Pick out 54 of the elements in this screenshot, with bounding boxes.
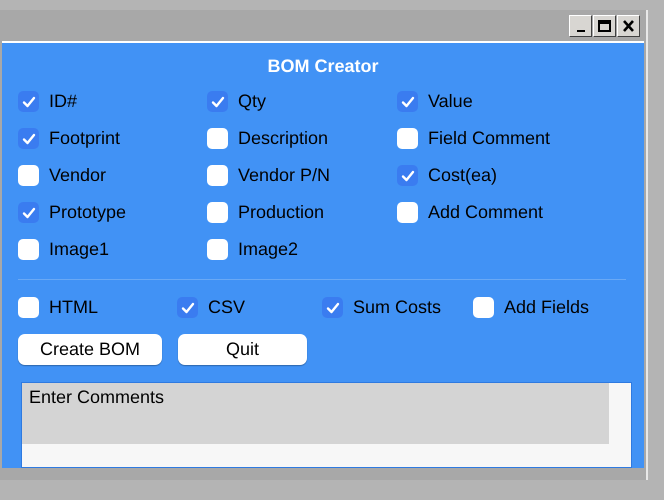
checkbox-label: Vendor P/N bbox=[238, 164, 330, 187]
comments-field[interactable]: Enter Comments bbox=[21, 382, 632, 468]
minimize-icon bbox=[576, 30, 584, 32]
checkbox[interactable] bbox=[397, 128, 418, 149]
checkbox-label: HTML bbox=[49, 296, 98, 319]
checkbox[interactable] bbox=[18, 239, 39, 260]
checkbox-label: CSV bbox=[208, 296, 246, 319]
checkbox-label: Image2 bbox=[238, 238, 298, 261]
checkbox-label: Add Fields bbox=[504, 296, 590, 319]
checkbox-label: Cost(ea) bbox=[428, 164, 498, 187]
checkbox-label: Description bbox=[238, 127, 328, 150]
checkbox-label: Production bbox=[238, 201, 324, 224]
close-button[interactable] bbox=[617, 14, 640, 36]
checkbox[interactable] bbox=[473, 297, 494, 318]
check-icon bbox=[400, 168, 414, 182]
checkbox-label: Footprint bbox=[49, 127, 120, 150]
checkbox[interactable] bbox=[322, 297, 343, 318]
checkbox[interactable] bbox=[18, 91, 39, 112]
checkbox-label: Prototype bbox=[49, 201, 126, 224]
checkbox[interactable] bbox=[207, 128, 228, 149]
checkbox[interactable] bbox=[177, 297, 198, 318]
quit-button[interactable]: Quit bbox=[178, 334, 307, 365]
checkbox[interactable] bbox=[18, 202, 39, 223]
checkbox[interactable] bbox=[397, 91, 418, 112]
window-title: BOM Creator bbox=[267, 55, 378, 77]
checkbox-label: Vendor bbox=[49, 164, 106, 187]
checkbox[interactable] bbox=[18, 297, 39, 318]
checkbox-label: Qty bbox=[238, 90, 266, 113]
check-icon bbox=[326, 300, 340, 314]
checkbox[interactable] bbox=[207, 202, 228, 223]
maximize-icon bbox=[598, 20, 611, 32]
check-icon bbox=[210, 94, 224, 108]
checkbox[interactable] bbox=[397, 202, 418, 223]
checkbox-label: Sum Costs bbox=[353, 296, 442, 319]
close-icon bbox=[623, 20, 634, 32]
minimize-button[interactable] bbox=[569, 14, 592, 36]
check-icon bbox=[400, 94, 414, 108]
create-button[interactable]: Create BOM bbox=[18, 334, 162, 365]
checkbox-label: Image1 bbox=[49, 238, 110, 261]
checkbox-label: ID# bbox=[49, 90, 78, 113]
checkbox[interactable] bbox=[207, 165, 228, 186]
checkbox[interactable] bbox=[207, 239, 228, 260]
checkbox-label: Add Comment bbox=[428, 201, 544, 224]
check-icon bbox=[22, 206, 36, 220]
check-icon bbox=[180, 300, 194, 314]
check-icon bbox=[22, 132, 36, 146]
checkbox-label: Field Comment bbox=[428, 127, 550, 150]
maximize-button[interactable] bbox=[593, 14, 616, 36]
checkbox-label: Value bbox=[428, 90, 473, 113]
checkbox[interactable] bbox=[18, 128, 39, 149]
checkbox[interactable] bbox=[18, 165, 39, 186]
checkbox[interactable] bbox=[397, 165, 418, 186]
check-icon bbox=[22, 94, 36, 108]
checkbox[interactable] bbox=[207, 91, 228, 112]
